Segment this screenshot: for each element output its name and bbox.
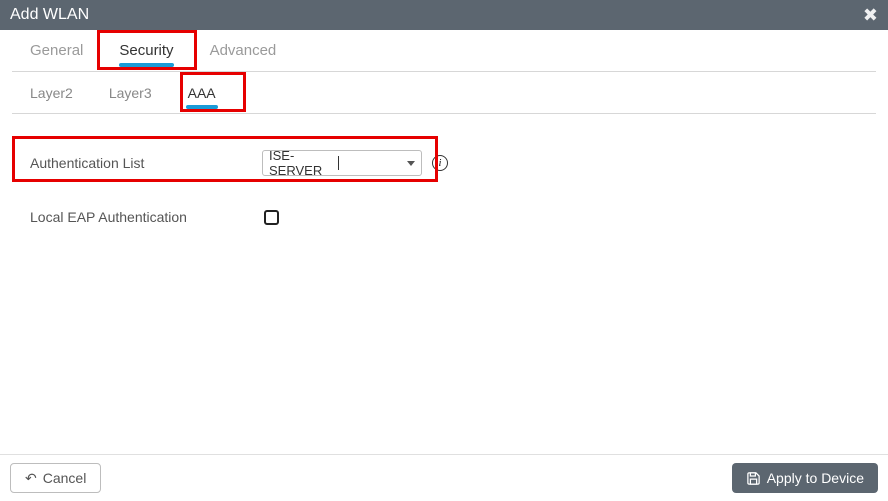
chevron-down-icon: [407, 161, 415, 166]
tab-label: Layer2: [30, 85, 73, 101]
tabs-secondary: Layer2 Layer3 AAA: [12, 72, 876, 114]
modal-footer: ↶ Cancel Apply to Device: [0, 454, 888, 501]
tab-layer3[interactable]: Layer3: [91, 72, 170, 113]
close-icon[interactable]: ✖: [863, 5, 878, 26]
modal-title: Add WLAN: [10, 6, 863, 24]
form-area: Authentication List ISE-SERVER i Local E…: [12, 114, 876, 278]
info-icon[interactable]: i: [432, 155, 448, 171]
undo-icon: ↶: [25, 471, 37, 485]
tab-label: General: [30, 42, 83, 59]
apply-button[interactable]: Apply to Device: [732, 463, 878, 493]
auth-list-select[interactable]: ISE-SERVER: [262, 150, 422, 176]
cancel-button[interactable]: ↶ Cancel: [10, 463, 101, 493]
save-icon: [746, 471, 761, 486]
tab-layer2[interactable]: Layer2: [12, 72, 91, 113]
tab-underline: [186, 105, 218, 109]
modal-content: General Security Advanced Layer2 Layer3 …: [0, 30, 888, 454]
auth-list-label: Authentication List: [22, 155, 262, 171]
tab-label: Security: [119, 42, 173, 59]
apply-label: Apply to Device: [767, 470, 864, 486]
auth-list-value: ISE-SERVER: [269, 148, 337, 178]
tab-general[interactable]: General: [12, 30, 101, 71]
tab-underline: [119, 63, 173, 67]
tab-aaa[interactable]: AAA: [170, 72, 234, 113]
local-eap-checkbox[interactable]: [264, 210, 279, 225]
tab-label: Advanced: [210, 42, 277, 59]
tabs-primary: General Security Advanced: [12, 30, 876, 72]
row-local-eap: Local EAP Authentication: [22, 196, 866, 238]
local-eap-label: Local EAP Authentication: [22, 209, 262, 225]
text-cursor: [338, 156, 339, 170]
row-auth-list: Authentication List ISE-SERVER i: [22, 142, 866, 184]
tab-label: Layer3: [109, 85, 152, 101]
tab-label: AAA: [188, 85, 216, 101]
modal-header: Add WLAN ✖: [0, 0, 888, 30]
cancel-label: Cancel: [43, 470, 87, 486]
tab-security[interactable]: Security: [101, 30, 191, 71]
tab-advanced[interactable]: Advanced: [192, 30, 295, 71]
